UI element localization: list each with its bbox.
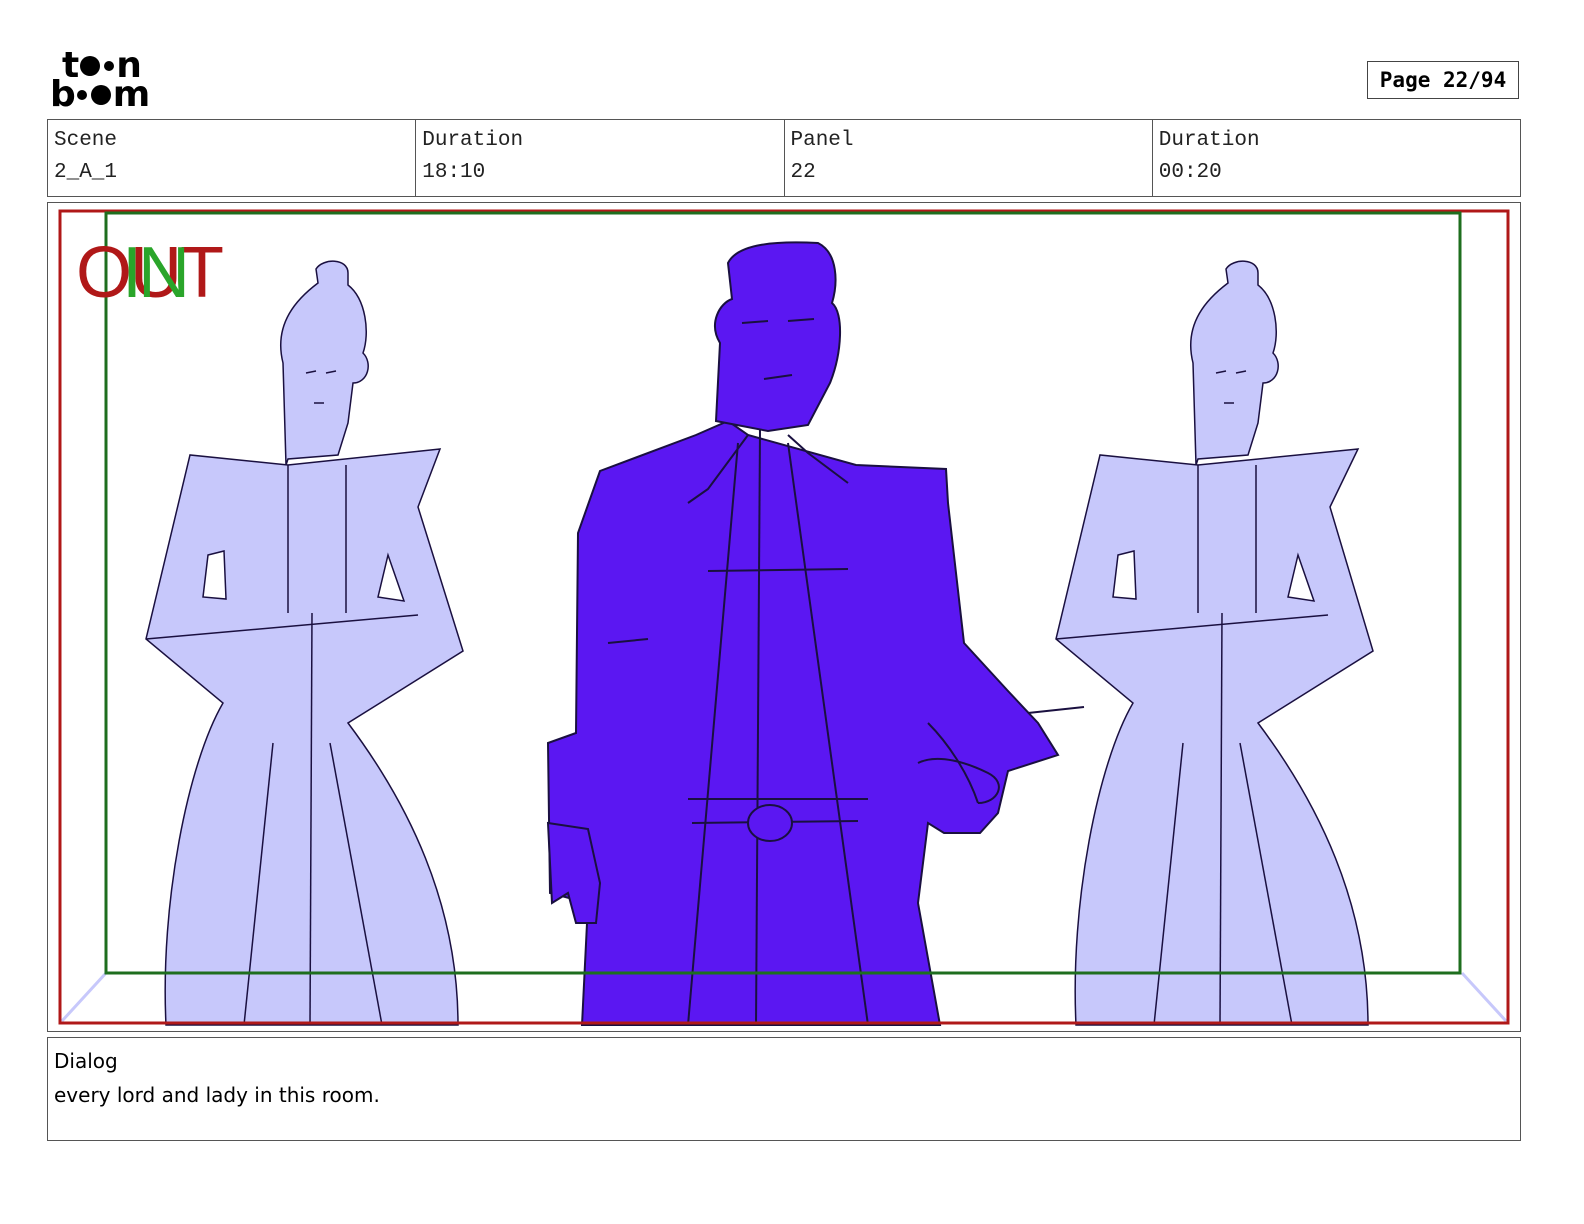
in-out-marker: OUT IN: [76, 233, 246, 313]
scene-info-header: Scene 2_A_1 Duration 18:10 Panel 22 Dura…: [47, 119, 1521, 197]
panel-value: 22: [790, 161, 816, 184]
guard-left-figure: [145, 260, 464, 1026]
scene-duration-label: Duration: [422, 129, 524, 152]
floor-line-left: [60, 971, 108, 1023]
floor-line-right: [1460, 971, 1508, 1023]
dialog-box: Dialog every lord and lady in this room.: [47, 1037, 1521, 1141]
in-marker: IN: [122, 233, 190, 313]
guard-right-figure: [1055, 260, 1374, 1026]
panel-cell: Panel 22: [785, 120, 1153, 196]
panel-duration-value: 00:20: [1158, 161, 1222, 184]
logo-bottom-row: b m: [50, 74, 150, 115]
scene-duration-value: 18:10: [422, 161, 486, 184]
scene-cell: Scene 2_A_1: [48, 120, 417, 196]
dialog-label: Dialog: [54, 1049, 118, 1073]
panel-drawing: [58, 209, 1510, 1026]
panel-duration-label: Duration: [1158, 129, 1260, 152]
panel-duration-cell: Duration 00:20: [1153, 120, 1520, 196]
storyboard-panel: OUT IN: [47, 202, 1521, 1032]
scene-duration-cell: Duration 18:10: [416, 120, 785, 196]
toon-boom-logo: t n b m: [50, 48, 170, 115]
dialog-text: every lord and lady in this room.: [54, 1083, 380, 1107]
scene-value: 2_A_1: [54, 161, 118, 184]
lord-figure: [546, 241, 1085, 1026]
scene-label: Scene: [54, 129, 118, 152]
page-number-badge: Page 22/94: [1367, 61, 1519, 99]
panel-label: Panel: [790, 129, 854, 152]
